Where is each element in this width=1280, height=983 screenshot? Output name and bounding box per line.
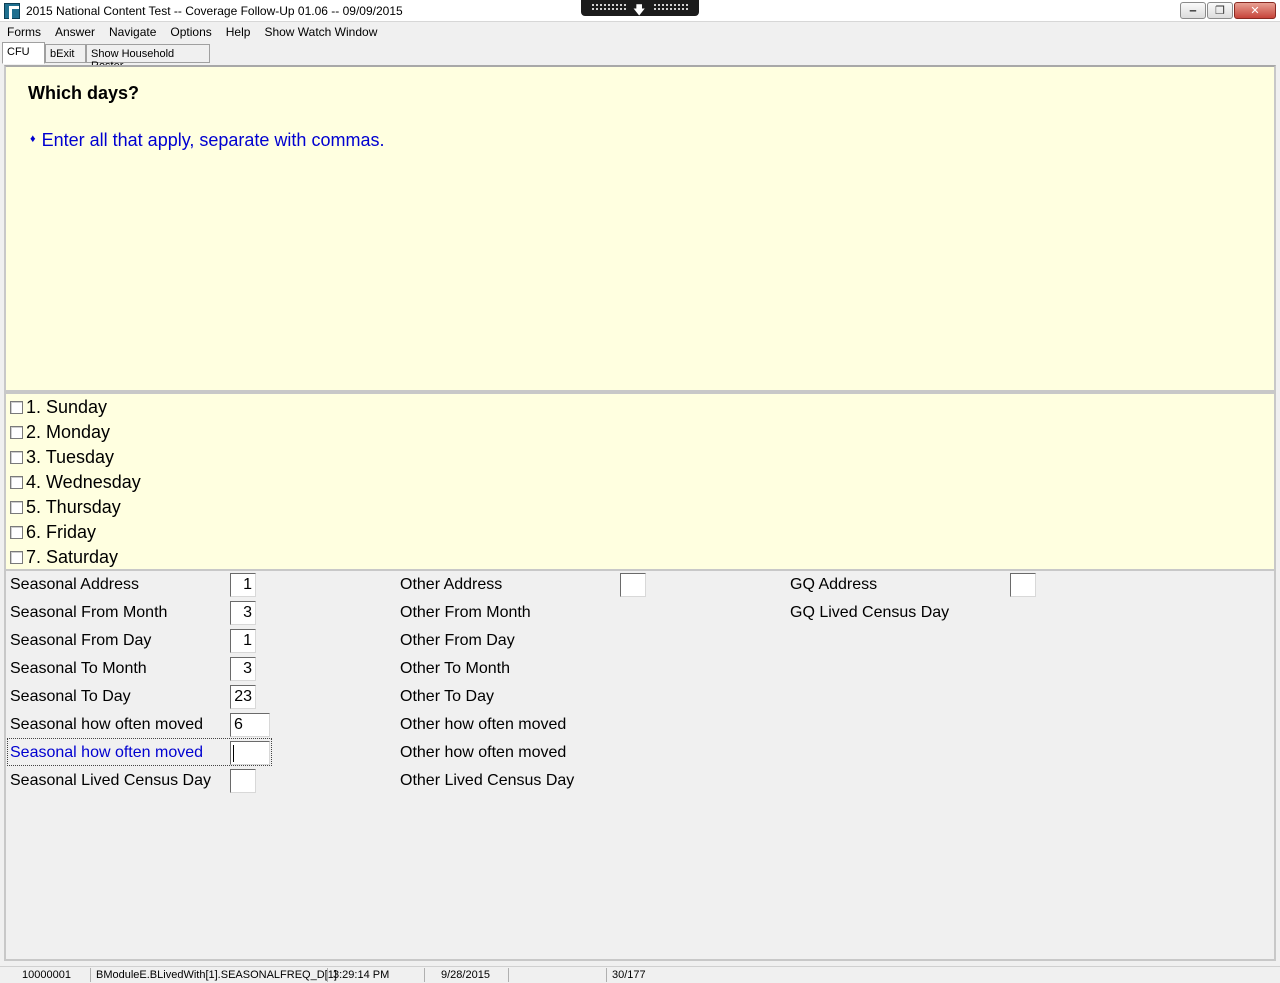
option-label: 7. Saturday <box>26 546 119 567</box>
option-label: 2. Monday <box>26 421 111 442</box>
seasonal-how-often-moved-detail-field[interactable] <box>230 741 270 765</box>
status-time: 3:29:14 PM <box>333 969 390 981</box>
answer-options-panel: 1. Sunday 2. Monday 3. Tuesday 4. Wednes… <box>4 392 1276 571</box>
restore-icon: ❐ <box>1215 4 1225 17</box>
other-to-day-label: Other To Day <box>400 688 494 705</box>
status-bar: 10000001 BModuleE.BLivedWith[1].SEASONAL… <box>0 966 1280 983</box>
tab-show-household-roster[interactable]: Show Household Roster <box>86 44 210 72</box>
tab-bar: CFU bExit Show Household Roster <box>0 42 1280 72</box>
option-thursday[interactable]: 5. Thursday <box>10 495 121 519</box>
question-text: Which days? <box>28 83 140 103</box>
field-grid-panel: Seasonal Address 1 Seasonal From Month 3… <box>4 571 1276 961</box>
menu-show-watch-window[interactable]: Show Watch Window <box>257 22 384 42</box>
gq-lived-census-day-label: GQ Lived Census Day <box>790 604 950 621</box>
other-how-often-moved-label: Other how often moved <box>400 716 567 733</box>
minimize-icon: ‒ <box>1189 4 1197 17</box>
other-lived-census-day-label: Other Lived Census Day <box>400 772 575 789</box>
collapse-arrow-icon[interactable]: 🡇 <box>633 1 645 22</box>
option-label: 3. Tuesday <box>26 446 115 467</box>
option-wednesday[interactable]: 4. Wednesday <box>10 470 141 494</box>
option-label: 6. Friday <box>26 521 97 542</box>
text-caret <box>233 745 234 762</box>
remote-grip-right-icon <box>653 3 689 11</box>
tab-bexit[interactable]: bExit <box>45 44 86 63</box>
menu-navigate[interactable]: Navigate <box>102 22 163 42</box>
minimize-button[interactable]: ‒ <box>1180 2 1206 19</box>
option-monday[interactable]: 2. Monday <box>10 420 110 444</box>
option-friday[interactable]: 6. Friday <box>10 520 96 544</box>
seasonal-to-month-label: Seasonal To Month <box>10 660 147 677</box>
gq-address-field[interactable] <box>1010 573 1036 597</box>
checkbox[interactable] <box>10 425 23 439</box>
seasonal-from-day-field[interactable]: 1 <box>230 629 256 653</box>
seasonal-to-month-field[interactable]: 3 <box>230 657 256 681</box>
window-title: 2015 National Content Test -- Coverage F… <box>26 4 403 18</box>
option-saturday[interactable]: 7. Saturday <box>10 545 118 569</box>
restore-button[interactable]: ❐ <box>1207 2 1233 19</box>
seasonal-how-often-moved-label: Seasonal how often moved <box>10 716 204 733</box>
seasonal-from-day-label: Seasonal From Day <box>10 632 152 649</box>
remote-grip-left-icon <box>591 3 627 11</box>
status-progress: 30/177 <box>612 969 646 981</box>
other-address-label: Other Address <box>400 576 503 593</box>
status-field-path: BModuleE.BLivedWith[1].SEASONALFREQ_D[1] <box>96 969 337 981</box>
other-from-day-label: Other From Day <box>400 632 515 649</box>
seasonal-from-month-label: Seasonal From Month <box>10 604 168 621</box>
instruction-text: ♦ Enter all that apply, separate with com… <box>30 130 384 151</box>
checkbox[interactable] <box>10 450 23 464</box>
seasonal-address-label: Seasonal Address <box>10 576 139 593</box>
other-from-month-label: Other From Month <box>400 604 531 621</box>
menu-options[interactable]: Options <box>163 22 218 42</box>
status-divider <box>606 968 607 982</box>
seasonal-how-often-moved-detail-label: Seasonal how often moved <box>10 744 204 761</box>
status-divider <box>508 968 509 982</box>
option-label: 4. Wednesday <box>26 471 141 492</box>
status-case-id: 10000001 <box>22 969 71 981</box>
other-how-often-moved-detail-label: Other how often moved <box>400 744 567 761</box>
seasonal-to-day-field[interactable]: 23 <box>230 685 256 709</box>
remote-session-bar[interactable]: 🡇 <box>581 0 699 17</box>
status-divider <box>424 968 425 982</box>
title-bar: 2015 National Content Test -- Coverage F… <box>0 0 1280 22</box>
seasonal-from-month-field[interactable]: 3 <box>230 601 256 625</box>
status-divider <box>90 968 91 982</box>
option-label: 1. Sunday <box>26 396 108 417</box>
diamond-bullet-icon: ♦ <box>30 133 36 145</box>
checkbox[interactable] <box>10 400 23 414</box>
menu-answer[interactable]: Answer <box>48 22 102 42</box>
tab-cfu[interactable]: CFU <box>2 42 45 64</box>
seasonal-lived-census-day-field[interactable] <box>230 769 256 793</box>
option-tuesday[interactable]: 3. Tuesday <box>10 445 114 469</box>
seasonal-how-often-moved-field[interactable]: 6 <box>230 713 270 737</box>
checkbox[interactable] <box>10 475 23 489</box>
checkbox[interactable] <box>10 500 23 514</box>
status-divider <box>327 968 328 982</box>
question-panel: Which days? ♦ Enter all that apply, separ… <box>4 65 1276 392</box>
other-address-field[interactable] <box>620 573 646 597</box>
close-icon: ✕ <box>1250 4 1260 17</box>
option-sunday[interactable]: 1. Sunday <box>10 395 107 419</box>
close-button[interactable]: ✕ <box>1234 2 1276 19</box>
option-label: 5. Thursday <box>26 496 121 517</box>
menu-bar: Forms Answer Navigate Options Help Show … <box>0 22 1280 42</box>
window-controls: ‒ ❐ ✕ <box>1180 2 1276 19</box>
seasonal-to-day-label: Seasonal To Day <box>10 688 131 705</box>
app-icon <box>4 3 20 19</box>
gq-address-label: GQ Address <box>790 576 878 593</box>
seasonal-lived-census-day-label: Seasonal Lived Census Day <box>10 772 211 789</box>
other-to-month-label: Other To Month <box>400 660 510 677</box>
instruction-label: Enter all that apply, separate with comm… <box>41 130 385 150</box>
seasonal-address-field[interactable]: 1 <box>230 573 256 597</box>
menu-forms[interactable]: Forms <box>0 22 48 42</box>
status-date: 9/28/2015 <box>441 969 490 981</box>
checkbox[interactable] <box>10 525 23 539</box>
menu-help[interactable]: Help <box>219 22 258 42</box>
checkbox[interactable] <box>10 550 23 564</box>
